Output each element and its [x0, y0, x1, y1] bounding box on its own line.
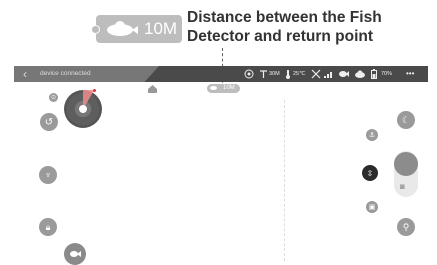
callout-anchor-dot [91, 25, 100, 34]
lock-button[interactable]: 🔒︎ [39, 218, 57, 236]
radar-target-dot [93, 89, 96, 92]
radar-toggle-button[interactable]: ⊙ [49, 93, 58, 102]
fish-icon [339, 71, 349, 77]
battery-value: 70% [381, 71, 393, 77]
satellite-icon [311, 69, 321, 79]
radar-center-icon [79, 105, 87, 113]
record-button[interactable]: ▣ [366, 201, 378, 213]
return-distance-pill: 10M [207, 84, 240, 93]
signal-icon [324, 72, 332, 78]
more-menu-button[interactable]: ••• [406, 66, 414, 82]
fish-icon [70, 251, 81, 257]
fish-finder-button[interactable] [64, 243, 86, 265]
home-icon [148, 85, 157, 93]
sonar-radar[interactable] [64, 90, 102, 128]
cloud-icon [355, 70, 365, 78]
shutter-button[interactable] [394, 152, 418, 176]
fish-detector-icon [107, 21, 138, 36]
map-divider-line [284, 100, 285, 261]
depth-icon [260, 70, 267, 78]
speed-control-button[interactable]: ⇳ [362, 165, 378, 181]
callout-distance-value: 10M [144, 19, 178, 38]
connection-status: device connected [40, 70, 91, 77]
depth-value: 30M [269, 71, 280, 77]
hook-button[interactable]: ⚲ [397, 218, 415, 236]
top-status-bar: ‹ device connected 30M 25℃ 70% ••• [14, 66, 428, 82]
anchor-button[interactable]: ⚓︎ [366, 129, 378, 141]
camera-icon: ◙ [400, 182, 405, 191]
light-button[interactable]: ☾ [397, 111, 415, 129]
distance-callout-badge: 10M [91, 15, 182, 43]
temperature-value: 25℃ [293, 71, 306, 77]
return-distance-value: 10M [223, 85, 235, 91]
bait-release-button[interactable]: ♆ [39, 166, 57, 184]
fish-detector-mini-icon [210, 86, 217, 90]
gps-icon [244, 69, 254, 79]
battery-icon [371, 69, 377, 79]
callout-description: Distance between the Fish Detector and r… [187, 9, 382, 45]
return-home-button[interactable]: ↺ [40, 113, 58, 131]
back-button[interactable]: ‹ [18, 66, 32, 82]
thermometer-icon [286, 70, 290, 79]
